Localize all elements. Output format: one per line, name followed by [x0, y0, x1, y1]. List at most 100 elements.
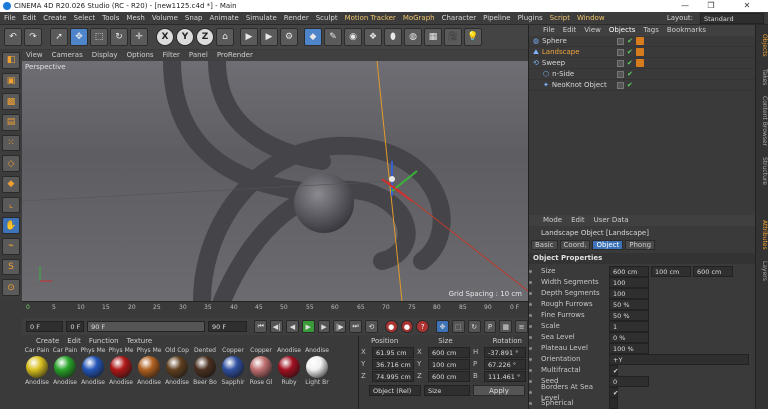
obj-menu-objects[interactable]: Objects [609, 25, 635, 36]
menu-motion-tracker[interactable]: Motion Tracker [345, 14, 396, 22]
enabled-check-icon[interactable]: ✔ [627, 36, 633, 47]
workplane-icon[interactable]: ▤ [2, 114, 20, 131]
object-row[interactable]: ◍ Sphere ✔ [529, 36, 755, 47]
property-value-field[interactable]: 50 % [609, 310, 649, 321]
vp-menu-display[interactable]: Display [92, 50, 118, 61]
animate-dot-icon[interactable] [529, 369, 532, 372]
vp-menu-prorender[interactable]: ProRender [217, 50, 253, 61]
animate-dot-icon[interactable] [529, 402, 532, 405]
layout-select[interactable]: Standard [700, 12, 764, 24]
close-icon[interactable]: ✕ [736, 0, 758, 12]
property-value-field[interactable] [609, 398, 618, 409]
property-value-field[interactable]: ✔ [609, 387, 618, 398]
material-preview[interactable] [250, 356, 272, 378]
enabled-check-icon[interactable]: ✔ [627, 69, 633, 80]
menu-animate[interactable]: Animate [210, 14, 239, 22]
menu-snap[interactable]: Snap [185, 14, 203, 22]
property-value-field[interactable]: 0 [609, 376, 649, 387]
animate-dot-icon[interactable] [529, 270, 532, 273]
tweak-mode-icon[interactable]: ✋ [2, 217, 20, 235]
render-view-icon[interactable]: ▶ [240, 28, 258, 46]
material-tag-icon[interactable] [635, 59, 644, 67]
menu-volume[interactable]: Volume [152, 14, 178, 22]
move-icon[interactable]: ✥ [70, 28, 88, 46]
play-icon[interactable]: ▶ [301, 320, 315, 333]
menu-script[interactable]: Script [550, 14, 570, 22]
material-swatch[interactable]: Phys Me Anodise [108, 347, 134, 387]
menu-character[interactable]: Character [442, 14, 477, 22]
animate-dot-icon[interactable] [529, 391, 532, 394]
snap-icon[interactable]: ⌁ [2, 238, 20, 255]
obj-menu-file[interactable]: File [543, 25, 555, 36]
material-swatch[interactable]: Car Pain Anodise [52, 347, 78, 387]
select-arrow-icon[interactable]: ➚ [50, 28, 68, 46]
animate-dot-icon[interactable] [529, 380, 532, 383]
go-to-start-icon[interactable]: ⏮ [254, 320, 268, 333]
points-mode-icon[interactable]: ⁙ [2, 134, 20, 152]
apply-button[interactable]: Apply [473, 384, 525, 396]
vp-menu-options[interactable]: Options [127, 50, 154, 61]
menu-tools[interactable]: Tools [102, 14, 119, 22]
menu-sculpt[interactable]: Sculpt [316, 14, 338, 22]
y-axis-lock-icon[interactable]: Y [176, 28, 194, 46]
size-x-field[interactable]: 600 cm [428, 346, 470, 358]
next-frame-icon[interactable]: ▶ [317, 320, 331, 333]
record-keys-icon[interactable]: ● [384, 320, 398, 333]
mat-menu-function[interactable]: Function [89, 336, 119, 346]
maximize-icon[interactable]: ❐ [700, 0, 722, 12]
mat-menu-edit[interactable]: Edit [67, 336, 81, 346]
material-swatch[interactable]: Copper Sapphir [220, 347, 246, 387]
floor-environment-icon[interactable]: ▦ [424, 28, 442, 46]
attr-tab-basic[interactable]: Basic [531, 240, 558, 250]
cube-object-icon[interactable]: ◆ [304, 28, 322, 46]
cloner-icon[interactable]: ❖ [364, 28, 382, 46]
mat-menu-create[interactable]: Create [36, 336, 59, 346]
x-axis-lock-icon[interactable]: X [156, 28, 174, 46]
layer-color-swatch[interactable] [617, 37, 625, 45]
object-name[interactable]: NeoKnot Object [552, 80, 614, 91]
object-name[interactable]: Sweep [542, 58, 604, 69]
animate-dot-icon[interactable] [529, 303, 532, 306]
menu-file[interactable]: File [4, 14, 16, 22]
material-preview[interactable] [306, 356, 328, 378]
property-value-field[interactable]: 100 cm [651, 266, 691, 277]
recent-tool-icon[interactable]: ✛ [130, 28, 148, 46]
attr-tab-coord[interactable]: Coord. [559, 240, 591, 250]
object-name[interactable]: Sphere [542, 36, 604, 47]
material-preview[interactable] [194, 356, 216, 378]
property-value-field[interactable]: 600 cm [609, 266, 649, 277]
material-swatch[interactable]: Anodise Light Br [304, 347, 330, 387]
property-value-field[interactable]: 100 [609, 288, 649, 299]
object-row[interactable]: ⬡ n-Side ✔ [529, 69, 755, 80]
obj-menu-view[interactable]: View [584, 25, 601, 36]
record-pla-icon[interactable]: ▦ [499, 320, 513, 333]
material-preview[interactable] [54, 356, 76, 378]
enabled-check-icon[interactable]: ✔ [627, 58, 633, 69]
record-parameter-icon[interactable]: P [483, 320, 497, 333]
layer-color-swatch[interactable] [616, 81, 624, 89]
texture-mode-icon[interactable]: ▩ [2, 93, 20, 111]
go-to-end-icon[interactable]: ⏭ [349, 320, 362, 333]
enabled-check-icon[interactable]: ✔ [627, 47, 633, 58]
vp-menu-panel[interactable]: Panel [189, 50, 208, 61]
material-preview[interactable] [110, 356, 132, 378]
prev-key-icon[interactable]: ◀| [270, 320, 283, 333]
model-mode-icon[interactable]: ▣ [2, 72, 20, 90]
property-value-field[interactable]: 0 % [609, 332, 649, 343]
material-tag-icon[interactable] [635, 48, 644, 56]
coord-mode-select[interactable]: Object (Rel) [369, 384, 421, 396]
make-editable-icon[interactable]: ◧ [2, 52, 20, 69]
next-key-icon[interactable]: |▶ [333, 320, 347, 333]
material-preview[interactable] [82, 356, 104, 378]
start-frame-field[interactable]: 0 F [26, 321, 64, 332]
attr-tab-object[interactable]: Object [592, 240, 624, 250]
rotation-h-field[interactable]: -37.891 ° [484, 346, 526, 358]
timeline-menu-icon[interactable]: ≡ [515, 320, 528, 333]
material-preview[interactable] [222, 356, 244, 378]
position-x-field[interactable]: 61.95 cm [372, 346, 414, 358]
attr-menu-edit[interactable]: Edit [571, 215, 585, 226]
menu-mograph[interactable]: MoGraph [403, 14, 435, 22]
deformer-icon[interactable]: ⬮ [384, 28, 402, 46]
property-value-field[interactable]: 50 % [609, 299, 649, 310]
menu-render[interactable]: Render [284, 14, 309, 22]
